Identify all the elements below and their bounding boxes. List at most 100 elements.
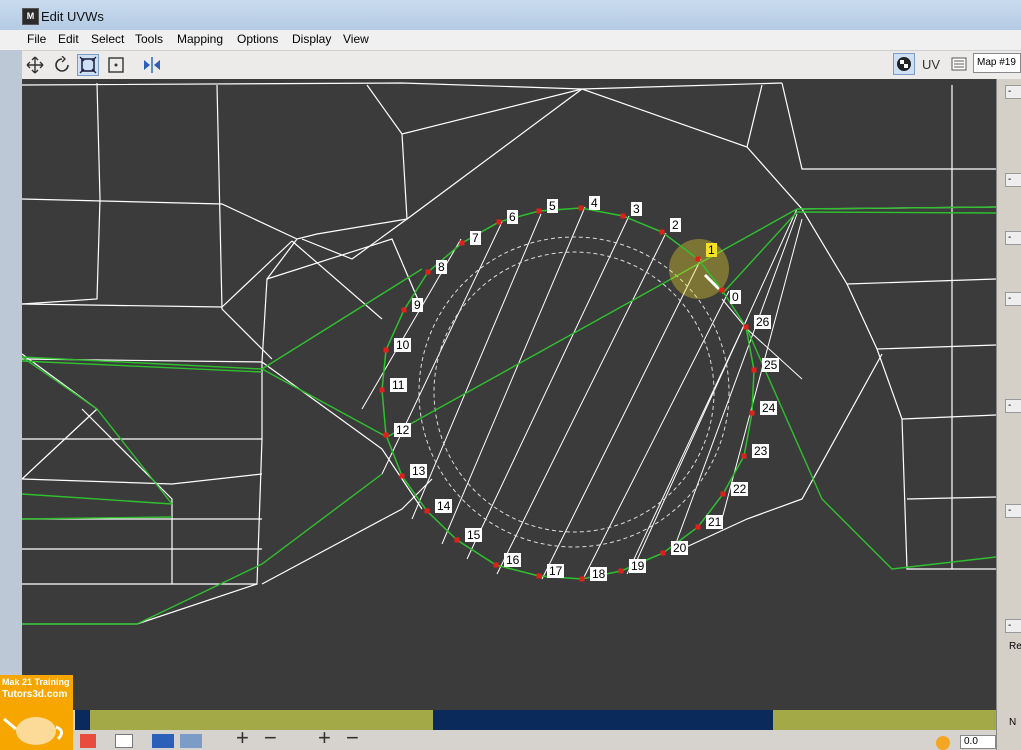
- coordinate-spinner[interactable]: 0.0: [960, 735, 996, 749]
- vertex-label: 20: [673, 541, 687, 555]
- vertex-label: 6: [509, 210, 516, 224]
- left-edge: [0, 50, 22, 710]
- uv-vertex[interactable]: [454, 537, 460, 543]
- uv-vertex[interactable]: [719, 287, 725, 293]
- select-mode-button[interactable]: [180, 734, 202, 748]
- vertex-label: 5: [549, 199, 556, 213]
- menu-bar: File Edit Select Tools Mapping Options D…: [0, 30, 1021, 50]
- shrink-loop-icon[interactable]: −: [346, 727, 359, 749]
- vertex-label: 23: [754, 444, 768, 458]
- uv-vertex[interactable]: [749, 410, 755, 416]
- rollout-toggle[interactable]: -: [1005, 85, 1021, 99]
- uv-vertex[interactable]: [424, 508, 430, 514]
- expand-icon[interactable]: +: [236, 727, 249, 749]
- uv-vertex[interactable]: [741, 453, 747, 459]
- vertex-label: 11: [392, 378, 405, 392]
- vertex-label: 24: [762, 401, 776, 415]
- uv-vertex[interactable]: [743, 324, 749, 330]
- uv-vertex[interactable]: [620, 213, 626, 219]
- vertex-label: 2: [672, 218, 679, 232]
- vertex-label: 14: [437, 499, 451, 513]
- vertex-label: 13: [412, 464, 426, 478]
- rotate-icon: [55, 56, 69, 72]
- uv-vertex[interactable]: [425, 269, 431, 275]
- checker-icon: [897, 57, 911, 71]
- vertex-label: 26: [756, 315, 770, 329]
- select-element-button[interactable]: [152, 734, 174, 748]
- color-swatch-button[interactable]: [80, 734, 96, 748]
- rollout-toggle[interactable]: -: [1005, 173, 1021, 187]
- mirror-tool-button[interactable]: [141, 54, 163, 76]
- uv-vertex[interactable]: [379, 387, 385, 393]
- freeform-icon: [108, 57, 124, 73]
- uv-vertex[interactable]: [618, 568, 624, 574]
- vertex-label: 1: [708, 243, 715, 257]
- menu-edit[interactable]: Edit: [58, 32, 79, 46]
- grow-loop-icon[interactable]: +: [318, 727, 331, 749]
- watermark-line-1: Mak 21 Training: [2, 677, 70, 687]
- vertex-label: 8: [438, 260, 445, 274]
- command-panel: - - - - - - - Re N: [996, 79, 1021, 750]
- toolbar: [0, 50, 1021, 80]
- menu-mapping[interactable]: Mapping: [177, 32, 223, 46]
- uv-vertex[interactable]: [659, 229, 665, 235]
- vertex-label: 17: [549, 564, 563, 578]
- vertex-label: 16: [506, 553, 520, 567]
- uv-vertex[interactable]: [536, 208, 542, 214]
- uv-vertex[interactable]: [496, 219, 502, 225]
- menu-select[interactable]: Select: [91, 32, 124, 46]
- uv-vertex[interactable]: [695, 524, 701, 530]
- rotate-tool-button[interactable]: [51, 54, 73, 76]
- rollout-toggle[interactable]: -: [1005, 231, 1021, 245]
- uv-vertex[interactable]: [751, 367, 757, 373]
- training-watermark-logo: Mak 21 Training Tutors3d.com: [0, 675, 73, 750]
- menu-tools[interactable]: Tools: [135, 32, 163, 46]
- vertex-label: 15: [467, 528, 481, 542]
- move-icon: [26, 56, 44, 74]
- uv-vertex[interactable]: [399, 473, 405, 479]
- options-list-button[interactable]: [948, 53, 970, 75]
- map-selector[interactable]: Map #19: [973, 53, 1021, 73]
- cube-icon[interactable]: [115, 734, 133, 748]
- uv-vertex[interactable]: [579, 576, 585, 582]
- menu-view[interactable]: View: [343, 32, 369, 46]
- panel-label-re: Re: [1009, 641, 1021, 652]
- rollout-toggle[interactable]: -: [1005, 619, 1021, 633]
- uv-vertex[interactable]: [401, 307, 407, 313]
- rollout-toggle[interactable]: -: [1005, 504, 1021, 518]
- menu-options[interactable]: Options: [237, 32, 278, 46]
- uv-vertex[interactable]: [660, 550, 666, 556]
- uv-wireframe[interactable]: 01234567891011121314151617 18192021222324…: [22, 79, 996, 710]
- freeform-tool-button[interactable]: [105, 54, 127, 76]
- rollout-toggle[interactable]: -: [1005, 292, 1021, 306]
- menu-display[interactable]: Display: [292, 32, 331, 46]
- uv-vertex[interactable]: [578, 205, 584, 211]
- vertex-label: 18: [592, 567, 606, 581]
- shrink-icon[interactable]: −: [264, 727, 277, 749]
- interior-strips: [361, 206, 803, 582]
- uv-editor-viewport[interactable]: 0 1 2 3 4 5 6 7 8 9 10 11 12 13 14 15 16 17 18 19 20 21 22 23 24…: [22, 79, 996, 710]
- watermark-line-2: Tutors3d.com: [2, 689, 68, 700]
- vertex-label: 25: [764, 358, 778, 372]
- uv-vertex[interactable]: [383, 347, 389, 353]
- uv-vertex[interactable]: [459, 240, 465, 246]
- uv-color-strip: [75, 710, 996, 730]
- checker-map-button[interactable]: [893, 53, 915, 75]
- vertex-label: 7: [472, 231, 479, 245]
- title-bar: M Edit UVWs: [0, 0, 1021, 31]
- uv-space-label: UV: [922, 57, 941, 72]
- uv-vertex[interactable]: [720, 491, 726, 497]
- menu-file[interactable]: File: [27, 32, 46, 46]
- scale-tool-button[interactable]: [77, 54, 99, 76]
- vertex-label: 0: [732, 290, 739, 304]
- sun-icon[interactable]: [936, 736, 950, 750]
- uv-vertex[interactable]: [383, 432, 389, 438]
- uv-vertex[interactable]: [536, 573, 542, 579]
- vertex-label: 22: [733, 482, 747, 496]
- move-tool-button[interactable]: [24, 54, 46, 76]
- uv-vertex[interactable]: [695, 256, 701, 262]
- rollout-toggle[interactable]: -: [1005, 399, 1021, 413]
- uv-vertex[interactable]: [493, 562, 499, 568]
- app-icon: M: [22, 8, 39, 25]
- vertex-label: 3: [633, 202, 640, 216]
